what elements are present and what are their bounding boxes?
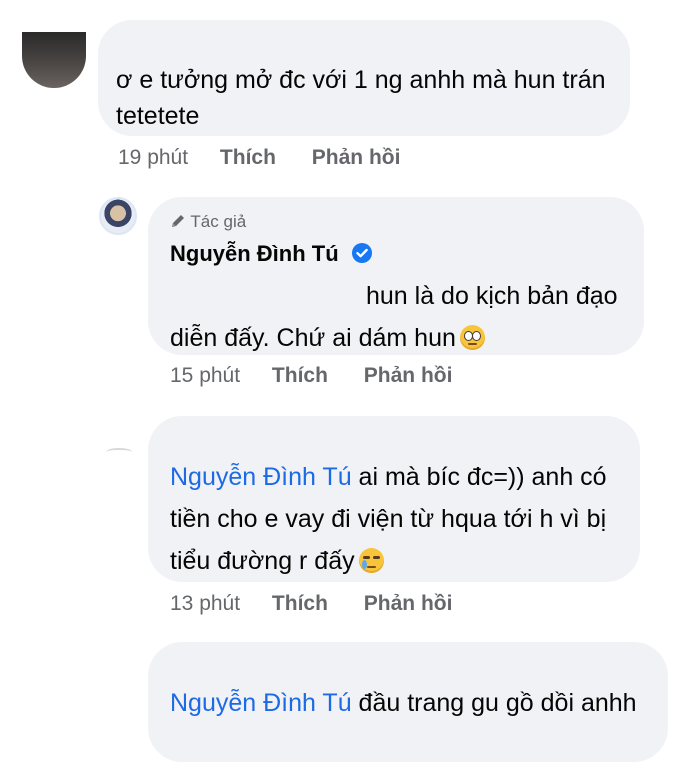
timestamp[interactable]: 15 phút	[170, 364, 240, 387]
author-name[interactable]: Nguyễn Đình Tú	[170, 239, 644, 269]
mention-link[interactable]: Nguyễn Đình Tú	[170, 463, 352, 491]
comment-meta: 19 phút Thích Phản hồi	[118, 146, 400, 170]
like-button[interactable]: Thích	[272, 592, 328, 615]
comment-line: ơ e tưởng mở đc với 1 ng anhh mà hun trá…	[116, 66, 606, 94]
comment-line: tiền cho e vay đi viện từ hqua tới h vì …	[170, 505, 607, 533]
comment-line: tiểu đường r đấy	[170, 547, 355, 575]
author-avatar[interactable]	[99, 197, 137, 235]
verified-check-icon	[351, 243, 372, 263]
author-badge-label: Tác giả	[190, 212, 247, 231]
avatar[interactable]	[22, 32, 86, 88]
comment-line: diễn đấy. Chứ ai dám hun	[170, 324, 456, 352]
timestamp[interactable]: 13 phút	[170, 592, 240, 615]
crying-face-emoji-icon	[358, 548, 384, 573]
comment-line: tetetete	[116, 102, 200, 130]
timestamp[interactable]: 19 phút	[118, 146, 188, 169]
comment-text: hun là do kịch bản đạo diễn đấy. Chứ ai …	[170, 275, 644, 359]
rolling-eyes-emoji-icon	[459, 325, 485, 350]
comment-bubble: Nguyễn Đình Tú đầu trang gu gồ dồi anhh	[148, 642, 668, 762]
comment-meta: 15 phút Thích Phản hồi	[170, 364, 452, 388]
comment-meta: 13 phút Thích Phản hồi	[170, 592, 452, 616]
reply-button[interactable]: Phản hồi	[364, 364, 453, 387]
comment-bubble: ơ e tưởng mở đc với 1 ng anhh mà hun trá…	[98, 20, 630, 136]
author-badge: Tác giả	[170, 211, 644, 233]
comment-line: hun là do kịch bản đạo	[366, 282, 618, 310]
author-name-text[interactable]: Nguyễn Đình Tú	[170, 241, 339, 266]
comment-bubble: Nguyễn Đình Tú ai mà bíc đc=)) anh có ti…	[148, 416, 640, 582]
mention-link[interactable]: Nguyễn Đình Tú	[170, 689, 352, 717]
avatar-edge	[106, 448, 132, 456]
comment-line: ai mà bíc đc=)) anh có	[351, 463, 607, 491]
comment-text: Nguyễn Đình Tú đầu trang gu gồ dồi anhh	[170, 682, 668, 724]
comment-line: đầu trang gu gồ dồi anhh	[351, 689, 637, 717]
reply-button[interactable]: Phản hồi	[364, 592, 453, 615]
like-button[interactable]: Thích	[220, 146, 276, 169]
pen-icon	[172, 215, 184, 227]
comment-bubble: Tác giả Nguyễn Đình Tú hun là do kịch bả…	[148, 197, 644, 355]
comment-text: Nguyễn Đình Tú ai mà bíc đc=)) anh có ti…	[170, 456, 640, 582]
like-button[interactable]: Thích	[272, 364, 328, 387]
reply-button[interactable]: Phản hồi	[312, 146, 401, 169]
comment-text: ơ e tưởng mở đc với 1 ng anhh mà hun trá…	[116, 62, 630, 134]
